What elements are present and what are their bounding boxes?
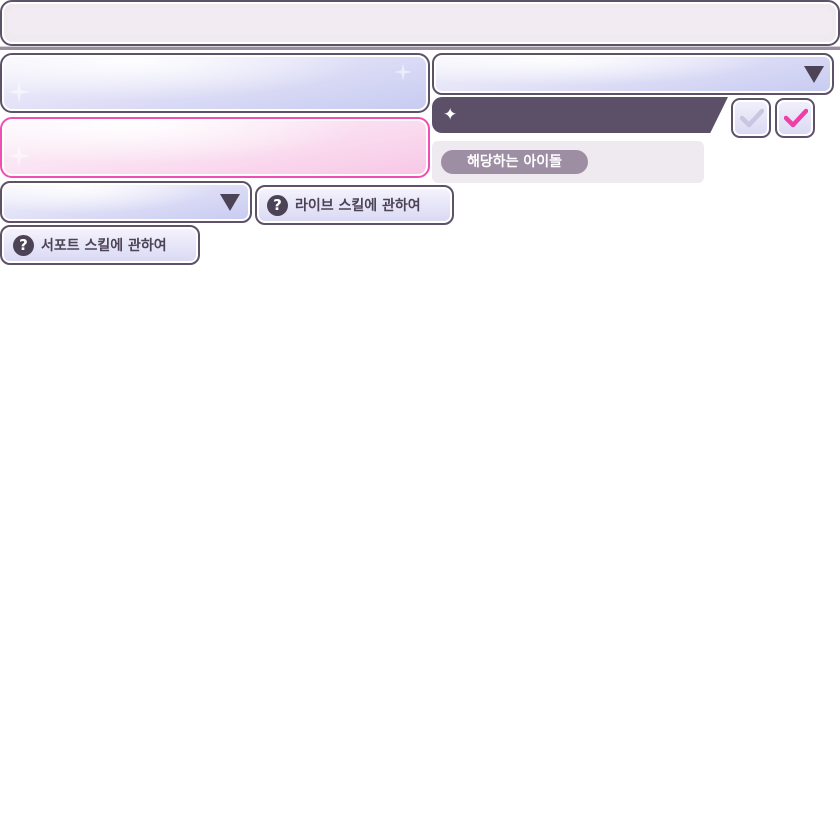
right-dropdown[interactable] xyxy=(432,53,834,95)
sparkle-icon xyxy=(394,63,412,81)
divider xyxy=(0,46,840,50)
matching-idols-label: 해당하는 아이돌 xyxy=(441,150,588,174)
unchecked-toggle[interactable] xyxy=(731,98,771,138)
matching-header: ✦ xyxy=(432,97,728,133)
skill-filter-screen: ✦ 해당하는 아이돌 ? 라이브 스킬에 관하여 ? 서포트 스킬에 관하여 xyxy=(0,0,840,840)
live-skill-help-label: 라이브 스킬에 관하여 xyxy=(295,198,421,214)
left-dropdown[interactable] xyxy=(0,181,252,223)
sparkle-icon xyxy=(8,145,30,167)
support-skill-help-label: 서포트 스킬에 관하여 xyxy=(41,238,167,254)
question-icon: ? xyxy=(13,235,34,256)
check-icon xyxy=(784,108,808,128)
sparkle-icon xyxy=(8,81,30,103)
checked-toggle[interactable] xyxy=(775,98,815,138)
question-icon: ? xyxy=(267,195,288,216)
live-skill-help-button[interactable]: ? 라이브 스킬에 관하여 xyxy=(255,185,454,225)
star-icon: ✦ xyxy=(443,105,458,125)
support-skill-help-button[interactable]: ? 서포트 스킬에 관하여 xyxy=(0,225,200,265)
chevron-down-icon xyxy=(220,194,240,211)
support-skill-panel[interactable] xyxy=(0,117,430,178)
live-skill-panel[interactable] xyxy=(0,53,430,113)
chevron-down-icon xyxy=(804,66,824,83)
top-bar-field[interactable] xyxy=(8,8,832,34)
check-icon xyxy=(740,108,764,128)
top-bar[interactable] xyxy=(0,0,840,46)
